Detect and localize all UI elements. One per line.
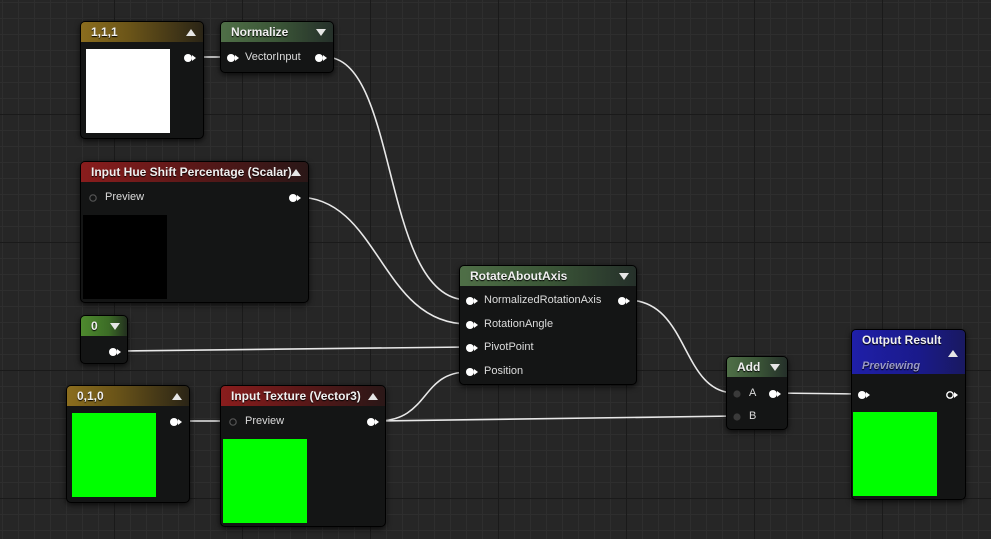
preview-swatch	[83, 215, 167, 299]
node-title: Input Texture (Vector3)	[231, 389, 361, 403]
output-pin-icon[interactable]	[769, 390, 781, 398]
pin-label-rotation-angle: RotationAngle	[484, 318, 554, 330]
output-pin-icon[interactable]	[289, 194, 301, 202]
node-subtitle: Previewing	[862, 360, 921, 372]
constant-node-zero[interactable]: 0	[80, 315, 128, 364]
input-pin-icon[interactable]	[227, 54, 239, 62]
node-title: 0,1,0	[77, 389, 104, 403]
pin-label-vector-input: VectorInput	[245, 51, 301, 63]
expand-arrow-icon[interactable]	[316, 29, 326, 36]
preview-swatch	[72, 413, 156, 497]
node-header[interactable]: Add	[727, 357, 787, 377]
input-pin-icon[interactable]	[858, 391, 870, 399]
wire-rotate-to-add-a	[626, 299, 736, 394]
input-pin-icon[interactable]	[466, 297, 478, 305]
preview-swatch	[853, 412, 937, 496]
node-title: 0	[91, 319, 98, 333]
node-title: 1,1,1	[91, 25, 118, 39]
input-pin-icon[interactable]	[466, 344, 478, 352]
input-texture-node[interactable]: Input Texture (Vector3) Preview	[220, 385, 386, 527]
node-header[interactable]: Input Texture (Vector3)	[221, 386, 385, 406]
collapse-arrow-icon[interactable]	[368, 393, 378, 400]
pin-label-position: Position	[484, 365, 524, 377]
graph-canvas[interactable]: 1,1,1 Normalize VectorInput Input Hue Sh…	[0, 0, 991, 539]
hue-shift-input-node[interactable]: Input Hue Shift Percentage (Scalar) Prev…	[80, 161, 309, 303]
output-pin-icon[interactable]	[315, 54, 327, 62]
node-header[interactable]: 1,1,1	[81, 22, 203, 42]
expand-arrow-icon[interactable]	[770, 364, 780, 371]
expand-arrow-icon[interactable]	[619, 273, 629, 280]
input-pin-icon[interactable]	[733, 390, 743, 398]
preview-swatch	[223, 439, 307, 523]
node-header[interactable]: Output Result Previewing	[852, 330, 965, 374]
pin-label-pivot-point: PivotPoint	[484, 341, 534, 353]
node-header[interactable]: 0,1,0	[67, 386, 189, 406]
node-title: Add	[737, 360, 761, 374]
wire-zero-to-pivot	[118, 346, 469, 352]
collapse-arrow-icon[interactable]	[186, 29, 196, 36]
wire-hue-to-rotation-angle	[296, 196, 469, 325]
output-pin-icon[interactable]	[618, 297, 630, 305]
add-node[interactable]: Add A B	[726, 356, 788, 430]
preview-swatch	[86, 49, 170, 133]
pin-label-preview: Preview	[245, 415, 285, 427]
pin-label-b: B	[749, 410, 757, 422]
wire-texture-to-add-b	[376, 415, 736, 422]
node-title: Output Result	[862, 333, 942, 347]
expand-arrow-icon[interactable]	[110, 323, 120, 330]
input-pin-icon[interactable]	[733, 413, 743, 421]
wire-texture-to-position	[376, 371, 469, 422]
node-title: Input Hue Shift Percentage (Scalar)	[91, 165, 292, 179]
output-pin-icon[interactable]	[184, 54, 196, 62]
node-header[interactable]: 0	[81, 316, 127, 336]
collapse-arrow-icon[interactable]	[291, 169, 301, 176]
constant-node-111[interactable]: 1,1,1	[80, 21, 204, 139]
input-pin-icon[interactable]	[466, 368, 478, 376]
wire-normalize-to-rotation-axis	[324, 56, 469, 301]
preview-pin-icon[interactable]	[229, 418, 239, 426]
pin-label-preview: Preview	[105, 191, 145, 203]
output-result-node[interactable]: Output Result Previewing	[851, 329, 966, 500]
constant-node-010[interactable]: 0,1,0	[66, 385, 190, 503]
output-pin-icon[interactable]	[367, 418, 379, 426]
node-header[interactable]: Input Hue Shift Percentage (Scalar)	[81, 162, 308, 182]
pin-label-a: A	[749, 387, 757, 399]
node-header[interactable]: RotateAboutAxis	[460, 266, 636, 286]
input-pin-icon[interactable]	[466, 321, 478, 329]
output-pin-icon[interactable]	[170, 418, 182, 426]
node-title: RotateAboutAxis	[470, 269, 568, 283]
output-pin-icon[interactable]	[109, 348, 121, 356]
node-title: Normalize	[231, 25, 289, 39]
output-pin-icon[interactable]	[946, 391, 958, 399]
pin-label-normalized-rotation-axis: NormalizedRotationAxis	[484, 294, 602, 306]
collapse-arrow-icon[interactable]	[948, 350, 958, 357]
collapse-arrow-icon[interactable]	[172, 393, 182, 400]
normalize-node[interactable]: Normalize VectorInput	[220, 21, 334, 73]
node-header[interactable]: Normalize	[221, 22, 333, 42]
preview-pin-icon[interactable]	[89, 194, 99, 202]
rotate-about-axis-node[interactable]: RotateAboutAxis NormalizedRotationAxis R…	[459, 265, 637, 385]
